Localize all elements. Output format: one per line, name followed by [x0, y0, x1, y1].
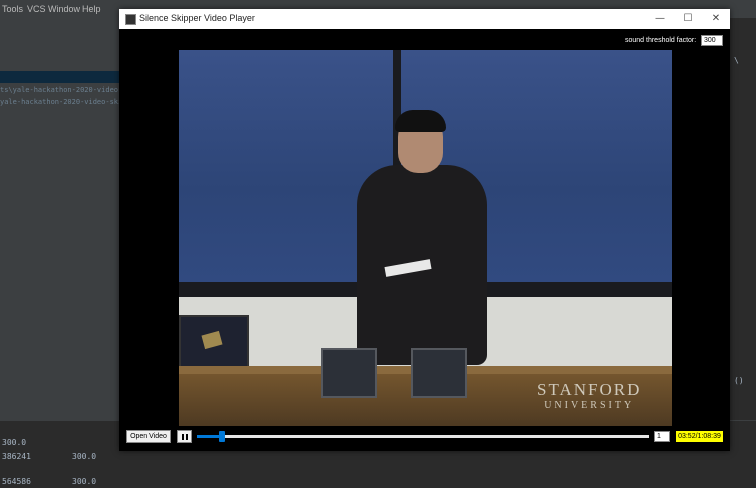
console-value: 300.0 [72, 452, 97, 461]
monitor [411, 348, 467, 398]
code-fragment: \ [734, 56, 739, 65]
seek-slider[interactable] [197, 431, 649, 442]
menu-tools[interactable]: Tools [2, 4, 23, 14]
console-value: 386241 [2, 452, 31, 461]
close-button[interactable]: ✕ [702, 11, 730, 27]
video-frame[interactable]: STANFORD UNIVERSITY [179, 50, 672, 426]
stanford-watermark: STANFORD UNIVERSITY [537, 380, 642, 411]
title-bar[interactable]: Silence Skipper Video Player — ☐ ✕ [119, 9, 730, 29]
ide-project-panel: ts\yale-hackathon-2020-video-skipp yale-… [0, 40, 143, 420]
window-title: Silence Skipper Video Player [139, 13, 255, 23]
menu-help[interactable]: Help [82, 4, 101, 14]
minimize-button[interactable]: — [646, 11, 674, 27]
maximize-button[interactable]: ☐ [674, 11, 702, 27]
monitor [321, 348, 377, 398]
pause-button[interactable] [177, 430, 192, 443]
app-icon [125, 14, 136, 25]
project-selected-row [0, 71, 120, 83]
console-value: 300.0 [2, 438, 27, 447]
pause-icon [182, 434, 184, 440]
speed-input[interactable]: 1 [654, 431, 670, 442]
open-video-button[interactable]: Open Video [126, 430, 171, 443]
ide-editor-edge: \ () [729, 18, 756, 420]
menu-vcs[interactable]: VCS [27, 4, 46, 14]
video-player-window: Silence Skipper Video Player — ☐ ✕ sound… [119, 9, 730, 451]
code-fragment: () [734, 376, 744, 385]
menu-window[interactable]: Window [48, 4, 80, 14]
threshold-label: sound threshold factor: [625, 37, 697, 44]
seek-thumb[interactable] [219, 431, 225, 442]
time-display: 03:52/1:08:39 [676, 431, 723, 442]
console-value: 300.0 [72, 477, 97, 486]
console-row: 386241 300.0 [2, 452, 96, 461]
console-row: 300.0 [2, 438, 26, 447]
console-row: 564586 300.0 [2, 477, 96, 486]
lecturer-hair [395, 110, 446, 132]
threshold-input[interactable]: 300 [701, 35, 723, 46]
pause-icon [186, 434, 188, 440]
console-value: 564586 [2, 477, 31, 486]
